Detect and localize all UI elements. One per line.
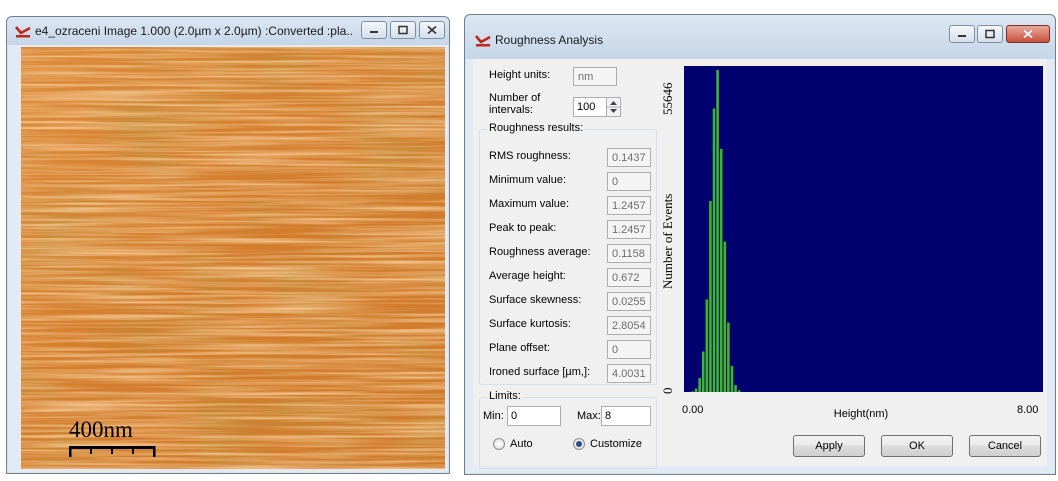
max-label: Max: [577,410,601,422]
height-units-field: nm [573,67,617,86]
apply-button[interactable]: Apply [793,435,865,457]
histogram-bar [712,108,716,392]
spinner-arrows-icon [607,101,620,113]
histogram-bar [701,351,705,392]
roughness-dialog-body: Height units: nm Number of intervals: 10… [473,59,1047,469]
max-input[interactable]: 8 [601,406,651,426]
auto-radio[interactable] [493,438,505,450]
x-axis-min-label: 0.00 [682,404,703,416]
minimize-icon [370,31,378,33]
afm-texture [21,47,445,469]
x-axis-max-label: 8.00 [1017,404,1038,416]
plot-area[interactable] [684,66,1043,392]
histogram-plot: 55646 0 Number of Events 0.00 8.00 Heigh… [660,66,1043,420]
image-window-titlebar[interactable]: e4_ozraceni Image 1.000 (2.0µm x 2.0µm) … [7,17,449,45]
ok-button[interactable]: OK [881,435,953,457]
intervals-input[interactable]: 100 [573,97,606,117]
histogram-bar [694,388,698,392]
histogram-bar [737,390,741,392]
histogram-bar [698,378,701,392]
result-label: Average height: [489,270,566,282]
roughness-window-title: Roughness Analysis [495,33,604,47]
histogram-bar [691,391,694,392]
close-button[interactable] [1006,25,1050,43]
maximize-button[interactable] [977,25,1003,43]
result-label: Plane offset: [489,342,550,354]
histogram-bar [719,148,723,392]
minimize-icon [958,35,966,37]
min-input[interactable]: 0 [507,406,561,426]
intervals-label-line1: Number of [489,92,541,104]
result-label: Maximum value: [489,198,570,210]
maximize-icon [985,29,995,39]
histogram-bar [716,70,719,392]
result-value-field: 1.2457 [607,196,651,215]
minimize-button[interactable] [361,21,387,39]
y-axis-max-label: 55646 [660,82,675,115]
histogram-bar [723,241,727,392]
close-button[interactable] [419,21,445,39]
cancel-button[interactable]: Cancel [969,435,1041,457]
maximize-button[interactable] [390,21,416,39]
result-label: Peak to peak: [489,222,557,234]
customize-radio[interactable] [573,438,585,450]
result-label: Surface kurtosis: [489,318,571,330]
roughness-window-titlebar[interactable]: Roughness Analysis [465,15,1055,59]
scale-bar [69,446,156,457]
histogram-bar [709,201,712,392]
histogram-bar [705,299,709,392]
intervals-label: Number of intervals: [489,92,540,116]
result-value-field: 0.672 [607,268,651,287]
result-label: Minimum value: [489,174,567,186]
intervals-spinner[interactable] [606,97,621,117]
histogram-bar [730,365,734,392]
image-window: e4_ozraceni Image 1.000 (2.0µm x 2.0µm) … [6,16,450,474]
close-icon [1023,29,1033,39]
image-window-title: e4_ozraceni Image 1.000 (2.0µm x 2.0µm) … [35,24,353,38]
customize-label[interactable]: Customize [590,438,642,450]
result-value-field: 1.2457 [607,220,651,239]
y-axis-min-label: 0 [660,388,675,395]
result-value-field: 0 [607,340,651,359]
result-value-field: 0.0255 [607,292,651,311]
intervals-label-line2: intervals: [489,104,534,116]
close-icon [427,25,437,35]
histogram-bar [734,385,737,392]
result-value-field: 0 [607,172,651,191]
afm-topography-image[interactable]: 400nm [21,47,445,469]
y-axis-title: Number of Events [660,194,675,289]
app-logo-icon [15,26,31,38]
roughness-results-title: Roughness results: [487,122,586,134]
app-logo-icon [475,35,491,47]
height-units-label: Height units: [489,69,551,81]
result-label: Surface skewness: [489,294,582,306]
min-label: Min: [483,410,504,422]
histogram-bar [727,322,730,392]
limits-title: Limits: [487,390,523,402]
result-label: Ironed surface [µm,]: [489,366,591,378]
result-label: RMS roughness: [489,150,571,162]
roughness-analysis-window: Roughness Analysis Height units: nm Numb… [464,14,1056,475]
result-value-field: 0.1158 [607,244,651,263]
result-value-field: 4.0031 [607,364,651,383]
result-value-field: 2.8054 [607,316,651,335]
result-label: Roughness average: [489,246,591,258]
scale-bar-label: 400nm [69,417,133,442]
auto-label[interactable]: Auto [510,438,533,450]
result-value-field: 0.1437 [607,148,651,167]
minimize-button[interactable] [949,25,975,43]
maximize-icon [398,25,408,35]
x-axis-title: Height(nm) [834,408,888,420]
